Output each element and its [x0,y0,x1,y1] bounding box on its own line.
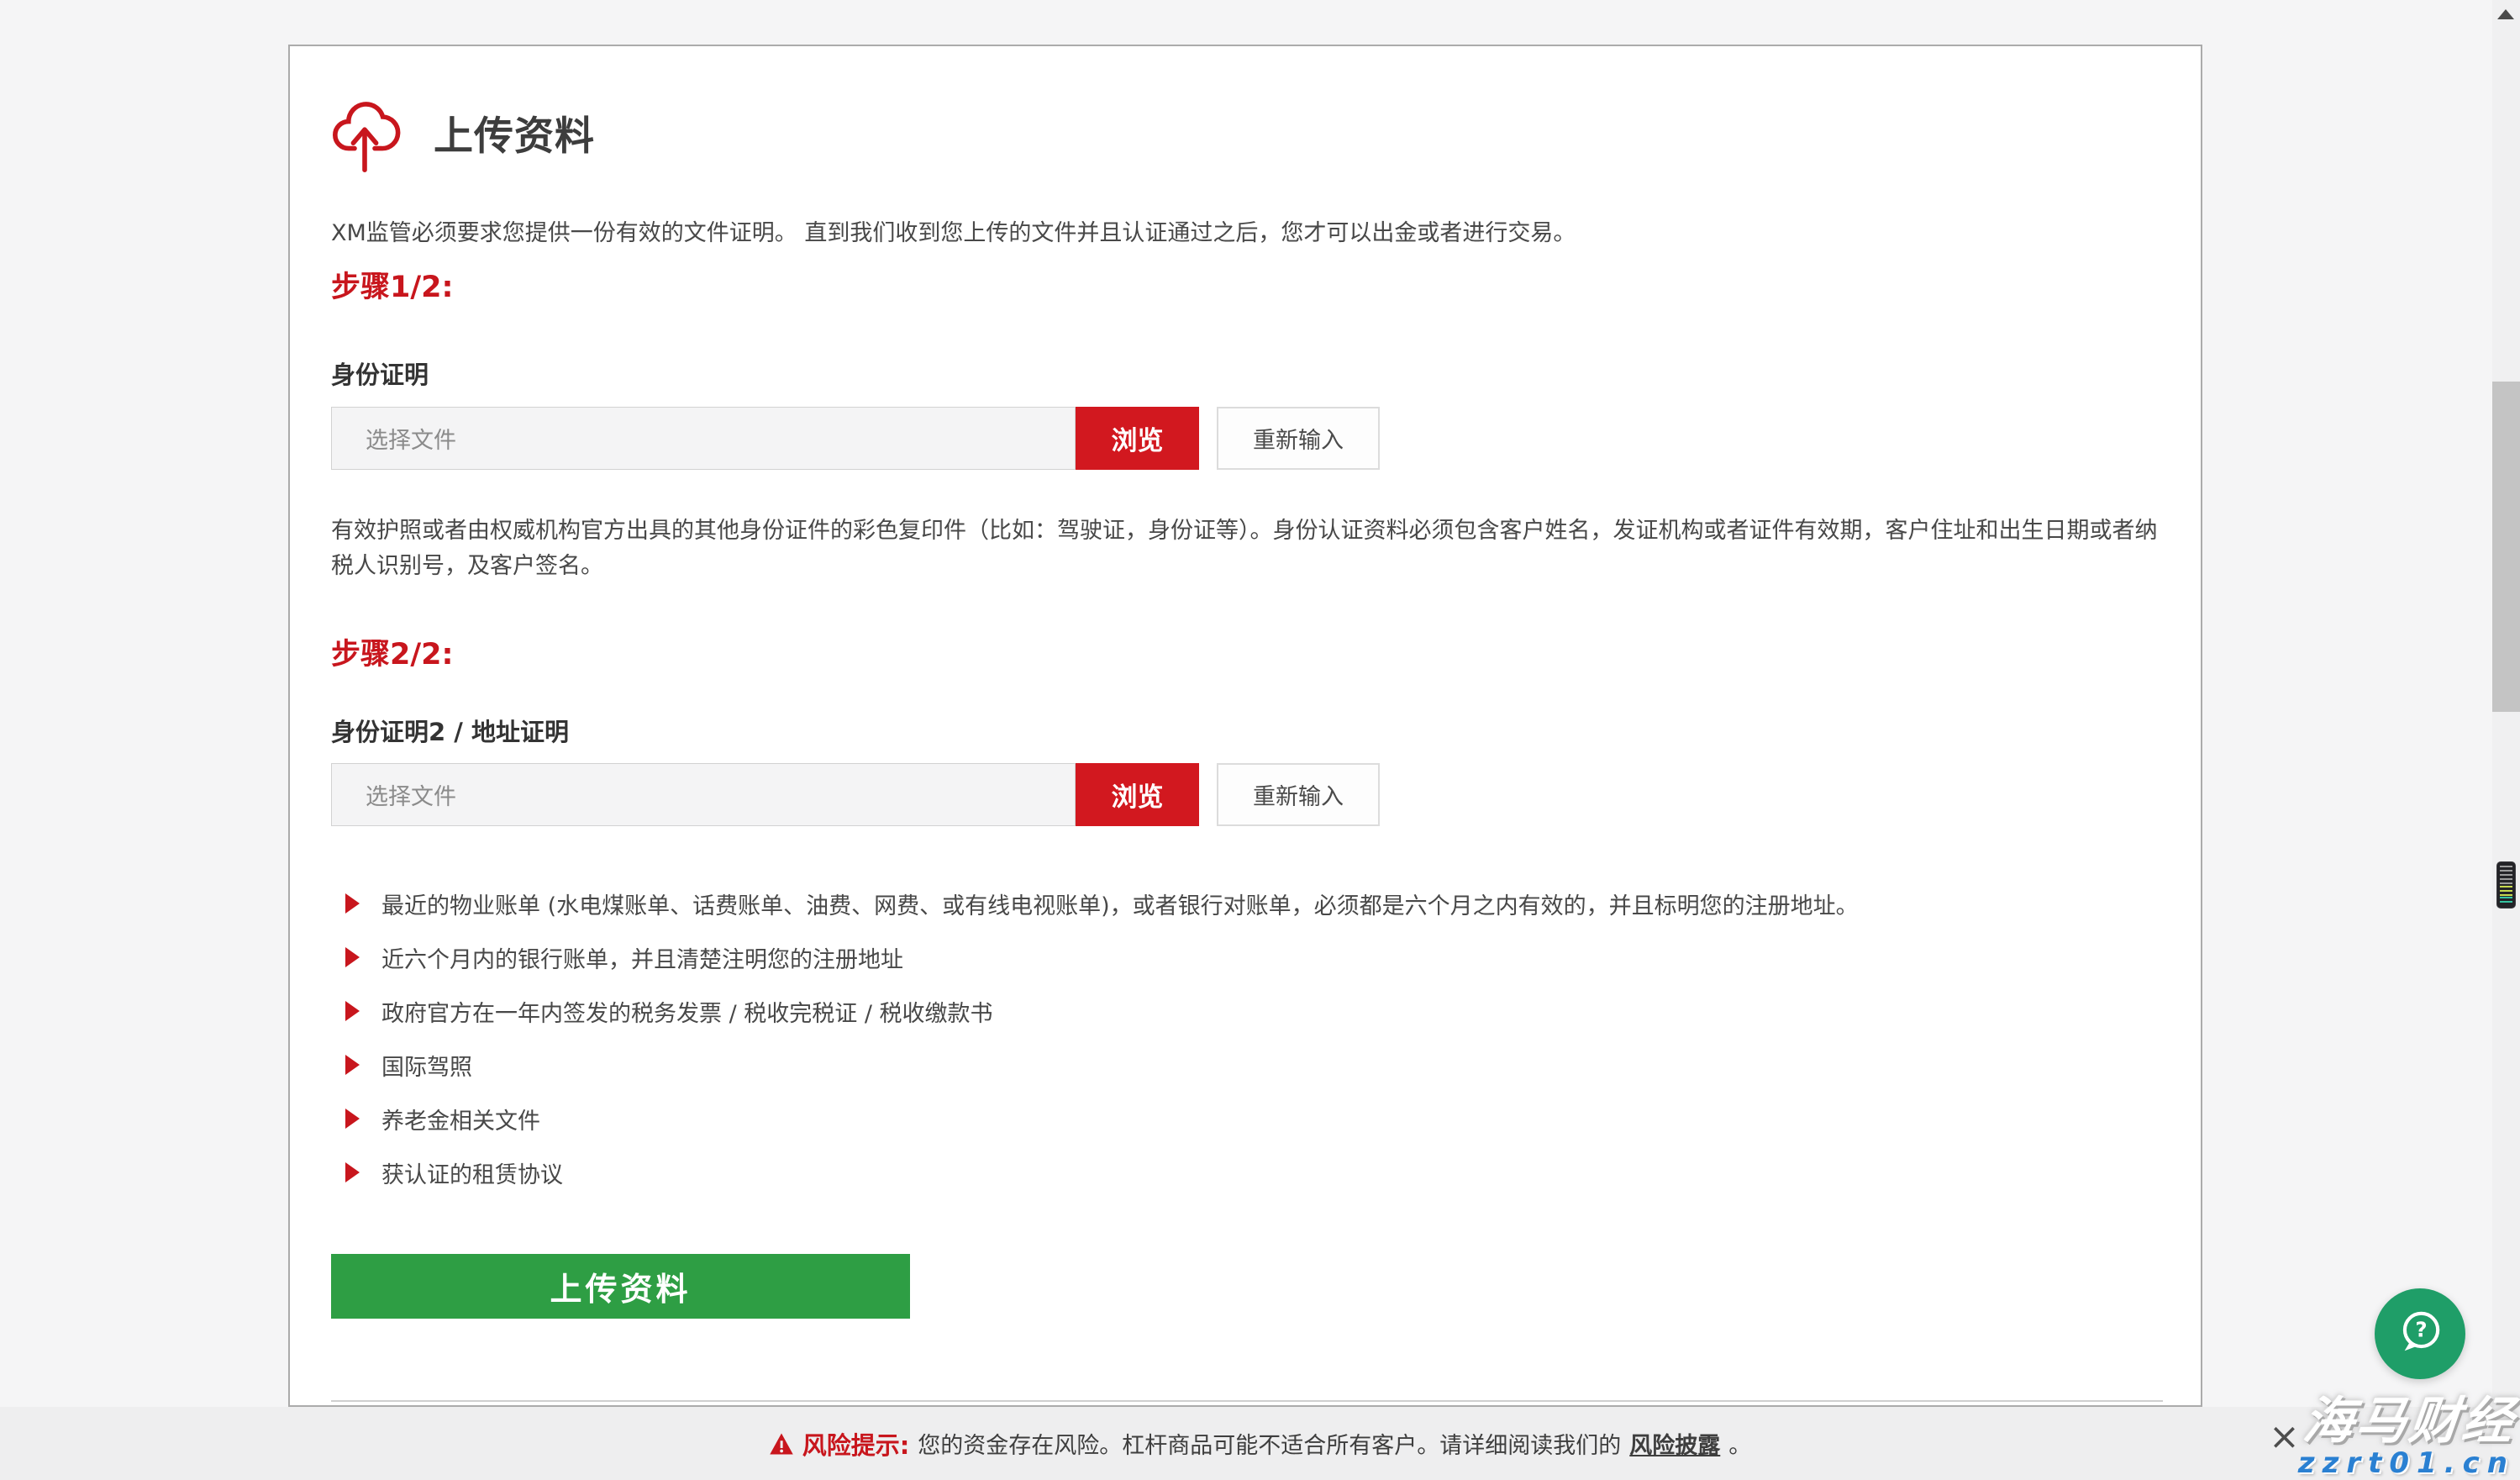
reset-button[interactable]: 重新输入 [1217,763,1380,826]
reset-button[interactable]: 重新输入 [1217,407,1380,470]
triangle-bullet-icon [345,1109,360,1129]
list-item-text: 政府官方在一年内签发的税务发票 / 税收完税证 / 税收缴款书 [381,995,993,1028]
list-item: 最近的物业账单 (水电煤账单、话费账单、油费、网费、或有线电视账单)，或者银行对… [345,887,1859,920]
risk-warning-text: 您的资金存在风险。杠杆商品可能不适合所有客户。请详细阅读我们的 [918,1427,1621,1460]
list-item-text: 养老金相关文件 [381,1103,540,1135]
address-proof-file-input[interactable]: 选择文件 [331,763,1076,826]
vertical-scrollbar[interactable] [2492,0,2520,1480]
list-item: 政府官方在一年内签发的税务发票 / 税收完税证 / 税收缴款书 [345,994,1859,1028]
triangle-bullet-icon [345,1055,360,1075]
browse-button[interactable]: 浏览 [1076,763,1199,826]
scrollbar-up-icon[interactable] [2497,9,2514,19]
upload-submit-button[interactable]: 上传资料 [331,1254,910,1319]
triangle-bullet-icon [345,893,360,914]
scroll-minimap-widget[interactable] [2496,861,2516,909]
question-bubble-icon: ? [2394,1306,2446,1361]
minimap-stripes-teal [2500,897,2512,905]
upload-card: 上传资料 XM监管必须要求您提供一份有效的文件证明。 直到我们收到您上传的文件并… [288,45,2202,1407]
risk-warning-bar: 风险提示: 您的资金存在风险。杠杆商品可能不适合所有客户。请详细阅读我们的风险披… [0,1407,2520,1480]
step-1-heading: 步骤1/2: [331,263,454,306]
risk-warning-suffix: 。 [1728,1427,1751,1460]
list-item-text: 最近的物业账单 (水电煤账单、话费账单、油费、网费、或有线电视账单)，或者银行对… [381,887,1859,920]
close-risk-bar-button[interactable]: × [2269,1419,2300,1456]
help-chat-button[interactable]: ? [2375,1288,2465,1379]
title-row: 上传资料 [328,87,595,177]
minimap-stripes-gray [2500,866,2512,886]
browse-button[interactable]: 浏览 [1076,407,1199,470]
triangle-bullet-icon [345,1162,360,1182]
id-proof-description: 有效护照或者由权威机构官方出具的其他身份证件的彩色复印件（比如：驾驶证，身份证等… [331,514,2167,584]
intro-text: XM监管必须要求您提供一份有效的文件证明。 直到我们收到您上传的文件并且认证通过… [331,214,2138,247]
list-item: 获认证的租赁协议 [345,1156,1859,1189]
list-item-text: 近六个月内的银行账单，并且清楚注明您的注册地址 [381,941,903,974]
id-proof-label: 身份证明 [331,356,429,391]
list-item: 国际驾照 [345,1048,1859,1082]
address-proof-file-row: 选择文件 浏览 重新输入 [331,763,1380,826]
list-item: 养老金相关文件 [345,1102,1859,1135]
footer-divider [331,1400,2163,1402]
address-proof-label: 身份证明2 / 地址证明 [331,713,569,748]
scrollbar-thumb[interactable] [2492,382,2520,712]
file-input-placeholder: 选择文件 [366,778,456,811]
svg-text:?: ? [2415,1317,2427,1341]
list-item: 近六个月内的银行账单，并且清楚注明您的注册地址 [345,940,1859,974]
file-input-placeholder: 选择文件 [366,422,456,455]
risk-warning-label: 风险提示: [802,1426,910,1462]
id-proof-file-row: 选择文件 浏览 重新输入 [331,407,1380,470]
upload-documents-page: 上传资料 XM监管必须要求您提供一份有效的文件证明。 直到我们收到您上传的文件并… [0,0,2520,1480]
step-2-heading: 步骤2/2: [331,630,454,673]
list-item-text: 国际驾照 [381,1049,472,1082]
accepted-documents-list: 最近的物业账单 (水电煤账单、话费账单、油费、网费、或有线电视账单)，或者银行对… [345,887,1859,1209]
minimap-stripes-yellow [2500,886,2512,897]
list-item-text: 获认证的租赁协议 [381,1156,563,1189]
id-proof-file-input[interactable]: 选择文件 [331,407,1076,470]
cloud-upload-icon [328,87,402,177]
warning-triangle-icon [769,1432,794,1456]
triangle-bullet-icon [345,1001,360,1021]
triangle-bullet-icon [345,947,360,967]
page-title: 上传资料 [434,103,595,161]
risk-disclosure-link[interactable]: 风险披露 [1629,1427,1720,1460]
